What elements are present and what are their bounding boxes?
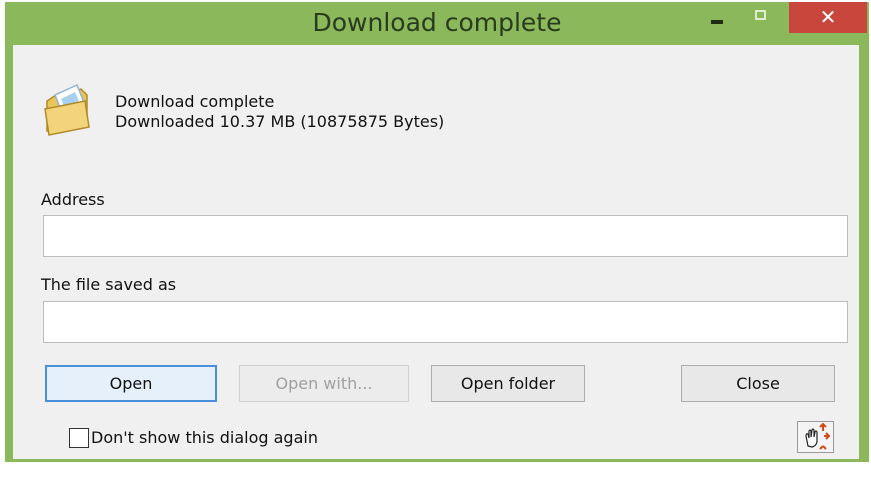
move-button[interactable] [797,421,834,453]
dont-show-again-checkbox[interactable] [69,428,89,448]
open-button[interactable]: Open [45,365,217,402]
title-bar[interactable]: Download complete ✕ [5,2,869,44]
status-title: Download complete [115,92,275,111]
address-label: Address [41,190,105,209]
minimize-button[interactable] [711,20,723,24]
open-folder-button[interactable]: Open folder [431,365,585,402]
hand-arrows-icon [805,422,831,450]
saved-as-field[interactable] [43,301,848,343]
folder-icon [44,83,90,136]
close-window-button[interactable]: ✕ [789,2,867,33]
saved-as-label: The file saved as [41,275,177,294]
maximize-button[interactable] [755,10,766,20]
dialog-body: Download complete Downloaded 10.37 MB (1… [13,45,859,459]
download-dialog: Download complete ✕ Download complete Do… [5,2,869,462]
download-size-text: Downloaded 10.37 MB (10875875 Bytes) [115,112,445,131]
dont-show-again-label[interactable]: Don't show this dialog again [91,428,318,447]
close-button[interactable]: Close [681,365,835,402]
open-with-button[interactable]: Open with... [239,365,409,402]
address-field[interactable] [43,215,848,257]
window-title: Download complete [312,8,562,37]
